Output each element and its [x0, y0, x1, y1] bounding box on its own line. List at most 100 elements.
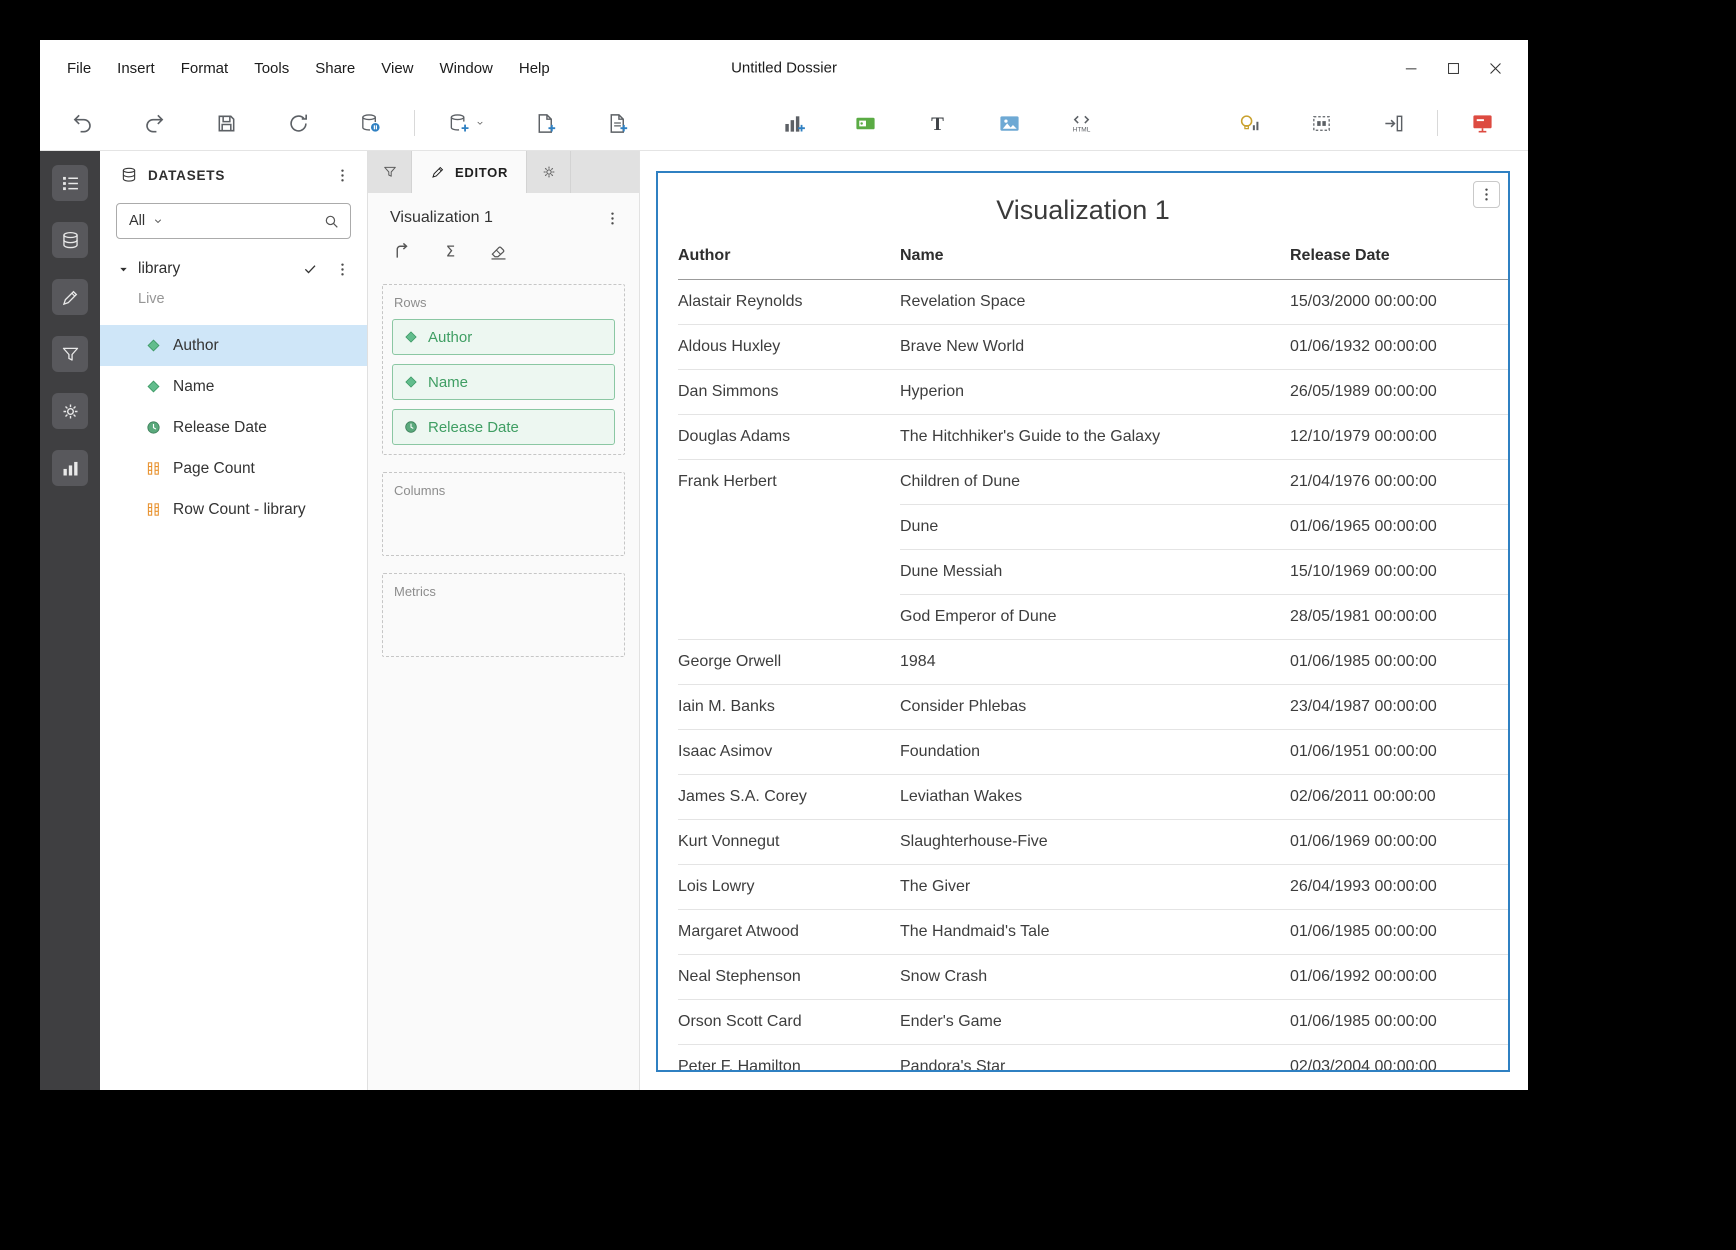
undo-button[interactable]	[60, 103, 104, 143]
zone-columns[interactable]: Columns	[382, 472, 625, 556]
rail-format[interactable]	[52, 279, 88, 315]
dataset-menu-icon[interactable]	[334, 261, 351, 278]
cell-release-date[interactable]: 28/05/1981 00:00:00	[1290, 595, 1508, 640]
cell-name[interactable]: Snow Crash	[900, 955, 1290, 1000]
dock-panel-button[interactable]	[1371, 103, 1415, 143]
menu-view[interactable]: View	[368, 40, 426, 96]
cell-name[interactable]: The Hitchhiker's Guide to the Galaxy	[900, 415, 1290, 460]
cell-author[interactable]: Alastair Reynolds	[678, 280, 900, 325]
insights-button[interactable]	[1227, 103, 1271, 143]
cell-release-date[interactable]: 15/10/1969 00:00:00	[1290, 550, 1508, 595]
cell-release-date[interactable]: 15/03/2000 00:00:00	[1290, 280, 1508, 325]
cell-name[interactable]: God Emperor of Dune	[900, 595, 1290, 640]
cell-name[interactable]: Consider Phlebas	[900, 685, 1290, 730]
presentation-mode-button[interactable]	[1460, 103, 1504, 143]
insert-text-button[interactable]: T	[915, 103, 959, 143]
cell-name[interactable]: Brave New World	[900, 325, 1290, 370]
rail-contents[interactable]	[52, 165, 88, 201]
group-selection-button[interactable]	[1299, 103, 1343, 143]
menu-share[interactable]: Share	[302, 40, 368, 96]
editor-viz-menu-icon[interactable]	[604, 210, 621, 227]
column-header-name[interactable]: Name	[900, 238, 1290, 280]
maximize-button[interactable]	[1444, 59, 1462, 77]
cell-author[interactable]: Kurt Vonnegut	[678, 820, 900, 865]
chip-name[interactable]: Name	[392, 364, 615, 400]
add-data-button[interactable]	[437, 103, 495, 143]
insert-visualization-button[interactable]	[771, 103, 815, 143]
cell-author[interactable]	[678, 595, 900, 640]
zone-rows[interactable]: RowsAuthorNameRelease Date	[382, 284, 625, 455]
cell-release-date[interactable]: 26/04/1993 00:00:00	[1290, 865, 1508, 910]
cell-release-date[interactable]: 02/03/2004 00:00:00	[1290, 1045, 1508, 1072]
dataset-search-bar[interactable]: All	[116, 203, 351, 239]
cell-release-date[interactable]: 01/06/1985 00:00:00	[1290, 640, 1508, 685]
cell-name[interactable]: Foundation	[900, 730, 1290, 775]
cell-name[interactable]: Dune Messiah	[900, 550, 1290, 595]
menu-insert[interactable]: Insert	[104, 40, 168, 96]
add-chapter-button[interactable]	[595, 103, 639, 143]
cell-name[interactable]: Slaughterhouse-Five	[900, 820, 1290, 865]
insert-html-button[interactable]: HTML	[1059, 103, 1103, 143]
dataset-field-row-count-library[interactable]: Row Count - library	[100, 489, 367, 530]
cell-release-date[interactable]: 01/06/1965 00:00:00	[1290, 505, 1508, 550]
dataset-status-button[interactable]	[348, 103, 392, 143]
cell-release-date[interactable]: 21/04/1976 00:00:00	[1290, 460, 1508, 505]
chip-release-date[interactable]: Release Date	[392, 409, 615, 445]
dataset-field-release-date[interactable]: Release Date	[100, 407, 367, 448]
cell-name[interactable]: Hyperion	[900, 370, 1290, 415]
cell-name[interactable]: Dune	[900, 505, 1290, 550]
tab-settings[interactable]	[527, 151, 571, 193]
column-header-release-date[interactable]: Release Date	[1290, 238, 1508, 280]
rail-datasets[interactable]	[52, 222, 88, 258]
chip-author[interactable]: Author	[392, 319, 615, 355]
cell-release-date[interactable]: 01/06/1992 00:00:00	[1290, 955, 1508, 1000]
cell-release-date[interactable]: 12/10/1979 00:00:00	[1290, 415, 1508, 460]
menu-tools[interactable]: Tools	[241, 40, 302, 96]
clear-icon[interactable]	[488, 241, 509, 262]
cell-author[interactable]: James S.A. Corey	[678, 775, 900, 820]
object-type-select[interactable]: All	[129, 213, 145, 229]
cell-author[interactable]: Lois Lowry	[678, 865, 900, 910]
cell-author[interactable]: George Orwell	[678, 640, 900, 685]
cell-name[interactable]: 1984	[900, 640, 1290, 685]
cell-name[interactable]: The Handmaid's Tale	[900, 910, 1290, 955]
cell-release-date[interactable]: 23/04/1987 00:00:00	[1290, 685, 1508, 730]
cell-author[interactable]: Dan Simmons	[678, 370, 900, 415]
cell-author[interactable]: Iain M. Banks	[678, 685, 900, 730]
search-icon[interactable]	[323, 213, 340, 230]
menu-help[interactable]: Help	[506, 40, 563, 96]
cell-author[interactable]: Margaret Atwood	[678, 910, 900, 955]
cell-author[interactable]: Douglas Adams	[678, 415, 900, 460]
cell-name[interactable]: Pandora's Star	[900, 1045, 1290, 1072]
cell-name[interactable]: The Giver	[900, 865, 1290, 910]
column-header-author[interactable]: Author	[678, 238, 900, 280]
zone-metrics[interactable]: Metrics	[382, 573, 625, 657]
cell-author[interactable]	[678, 550, 900, 595]
menu-window[interactable]: Window	[427, 40, 506, 96]
close-button[interactable]	[1486, 59, 1504, 77]
dataset-field-page-count[interactable]: Page Count	[100, 448, 367, 489]
tab-editor[interactable]: EDITOR	[412, 151, 527, 193]
cell-release-date[interactable]: 01/06/1932 00:00:00	[1290, 325, 1508, 370]
visualization-menu-button[interactable]	[1473, 181, 1500, 208]
cell-release-date[interactable]: 01/06/1985 00:00:00	[1290, 910, 1508, 955]
cell-release-date[interactable]: 01/06/1985 00:00:00	[1290, 1000, 1508, 1045]
menu-format[interactable]: Format	[168, 40, 242, 96]
cell-author[interactable]	[678, 505, 900, 550]
datasets-panel-menu-icon[interactable]	[334, 167, 351, 184]
chevron-down-icon[interactable]	[152, 215, 164, 227]
menu-file[interactable]: File	[54, 40, 104, 96]
save-button[interactable]	[204, 103, 248, 143]
caret-down-icon[interactable]	[118, 264, 129, 275]
minimize-button[interactable]	[1402, 59, 1420, 77]
dataset-library-row[interactable]: library	[100, 253, 367, 285]
add-page-button[interactable]	[523, 103, 567, 143]
cell-name[interactable]: Ender's Game	[900, 1000, 1290, 1045]
rail-filter[interactable]	[52, 336, 88, 372]
cell-release-date[interactable]: 01/06/1951 00:00:00	[1290, 730, 1508, 775]
dataset-field-name[interactable]: Name	[100, 366, 367, 407]
totals-icon[interactable]: Σ	[440, 241, 461, 262]
cell-name[interactable]: Revelation Space	[900, 280, 1290, 325]
cell-name[interactable]: Children of Dune	[900, 460, 1290, 505]
cell-author[interactable]: Aldous Huxley	[678, 325, 900, 370]
